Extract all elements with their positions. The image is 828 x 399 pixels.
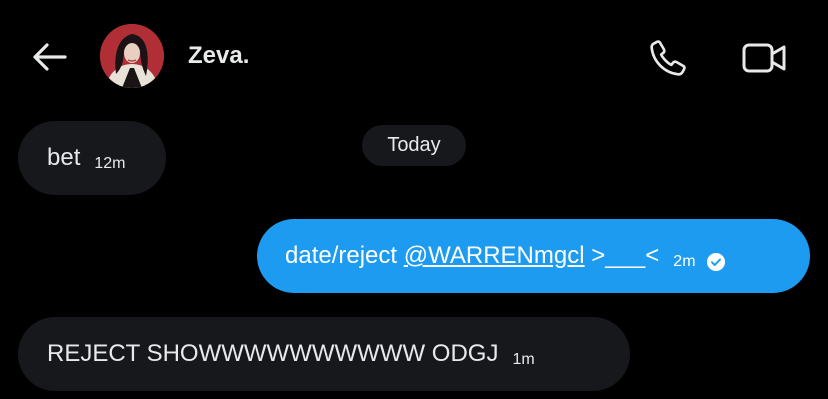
phone-icon — [650, 40, 686, 76]
video-camera-icon — [742, 43, 786, 73]
message-bubble-outgoing[interactable]: date/reject @WARRENmgcl >___< 2m — [257, 219, 810, 293]
voice-call-button[interactable] — [644, 34, 692, 82]
contact-name[interactable]: Zeva. — [188, 42, 249, 70]
message-text-suffix: >___< — [584, 242, 660, 269]
message-timestamp: 1m — [512, 351, 535, 368]
seen-check-icon — [706, 253, 725, 271]
dm-conversation-screen: Zeva. Today bet 12m date/reject @WARRENm… — [0, 0, 828, 399]
message-bubble-incoming[interactable]: REJECT SHOWWWWWWWWWW ODGJ 1m — [18, 317, 630, 391]
date-separator: Today — [362, 125, 466, 166]
message-text: bet — [47, 144, 81, 171]
message-bubble-incoming[interactable]: bet 12m — [18, 121, 166, 195]
back-button[interactable] — [28, 36, 70, 78]
arrow-left-icon — [33, 43, 67, 71]
message-timestamp: 12m — [94, 155, 126, 172]
message-timestamp: 2m — [673, 253, 696, 270]
message-text-prefix: date/reject — [285, 242, 404, 269]
message-text: date/reject @WARRENmgcl >___< — [285, 242, 659, 270]
avatar[interactable] — [100, 24, 164, 88]
message-text: REJECT SHOWWWWWWWWWW ODGJ — [47, 340, 499, 367]
mention-link[interactable]: @WARRENmgcl — [404, 242, 585, 269]
video-call-button[interactable] — [738, 34, 792, 82]
avatar-image — [100, 24, 164, 88]
